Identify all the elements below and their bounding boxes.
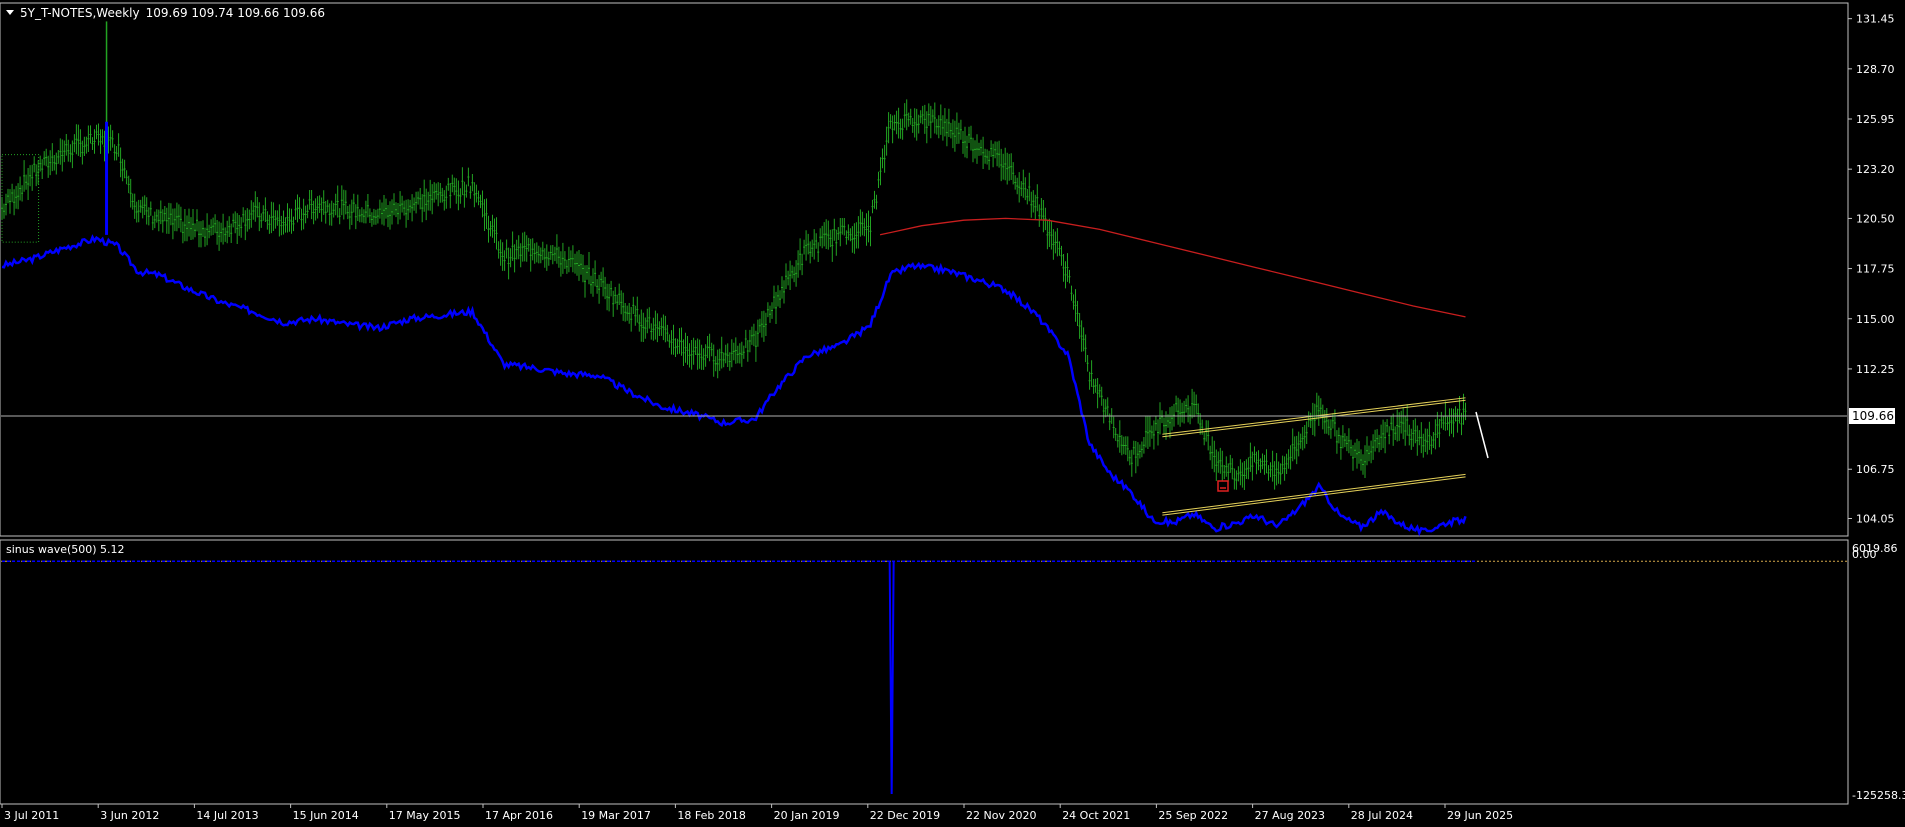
x-tick-label: 17 May 2015	[389, 809, 461, 822]
channel-lower-line	[1162, 476, 1466, 516]
x-tick-label: 18 Feb 2018	[677, 809, 745, 822]
x-tick-label: 22 Nov 2020	[966, 809, 1036, 822]
x-tick-label: 28 Jul 2024	[1351, 809, 1413, 822]
regression-channel	[1162, 397, 1466, 516]
sub-bottom-label: -125258.3	[1852, 789, 1905, 802]
moving-average-line	[879, 217, 1466, 318]
symbol-label: 5Y_T-NOTES,Weekly 109.69 109.74 109.66 10…	[20, 6, 325, 20]
x-tick-label: 15 Jun 2014	[293, 809, 359, 822]
x-tick-label: 19 Mar 2017	[581, 809, 651, 822]
x-tick-label: 25 Sep 2022	[1158, 809, 1228, 822]
price-bar-series	[1, 99, 1467, 490]
y-tick-label: 131.45	[1856, 13, 1895, 26]
indicator-label: sinus wave(500) 5.12	[6, 543, 125, 556]
x-tick-label: 3 Jul 2011	[4, 809, 59, 822]
chart-area: 131.45 128.70 125.95 123.20 120.50 117.75 115.…	[0, 2, 1905, 822]
sinus-wave-spike	[888, 561, 895, 795]
collapse-triangle-icon[interactable]	[6, 10, 14, 15]
y-tick-label: 125.95	[1856, 113, 1895, 126]
y-tick-label: 117.75	[1856, 263, 1895, 276]
current-price-label: 109.66	[1852, 409, 1894, 423]
y-tick-label: 115.00	[1856, 313, 1895, 326]
x-tick-label: 22 Dec 2019	[870, 809, 940, 822]
x-tick-label: 29 Jun 2025	[1447, 809, 1513, 822]
x-tick-label: 27 Aug 2023	[1255, 809, 1325, 822]
x-tick-label: 14 Jul 2013	[196, 809, 258, 822]
x-tick-label: 20 Jan 2019	[774, 809, 840, 822]
price-bars	[1, 21, 1467, 490]
y-tick-label: 120.50	[1856, 212, 1895, 225]
channel-upper-line	[1162, 399, 1466, 438]
sinus-wave-plot	[1, 560, 1847, 795]
x-tick-label: 24 Oct 2021	[1062, 809, 1130, 822]
time-axis: 3 Jul 2011 3 Jun 2012 14 Jul 2013 15 Jun 20…	[1, 804, 1513, 822]
y-tick-label: 128.70	[1856, 63, 1895, 76]
y-tick-label: 106.75	[1856, 463, 1895, 476]
blue-line-series	[1, 234, 1467, 537]
x-tick-label: 3 Jun 2012	[100, 809, 159, 822]
projection-line	[1475, 411, 1489, 459]
main-panel-frame	[0, 2, 1849, 537]
y-tick-label: 112.25	[1856, 363, 1895, 376]
sub-zero-label: 0.00	[1852, 548, 1877, 561]
signal-marker-icon	[1217, 480, 1229, 492]
y-tick-label: 104.05	[1856, 512, 1895, 525]
price-axis: 131.45 128.70 125.95 123.20 120.50 117.75 115.…	[1848, 13, 1895, 525]
x-tick-label: 17 Apr 2016	[485, 809, 553, 822]
channel-lower-line	[1162, 473, 1466, 514]
sub-panel-frame	[0, 539, 1849, 805]
y-tick-label: 123.20	[1856, 163, 1895, 176]
